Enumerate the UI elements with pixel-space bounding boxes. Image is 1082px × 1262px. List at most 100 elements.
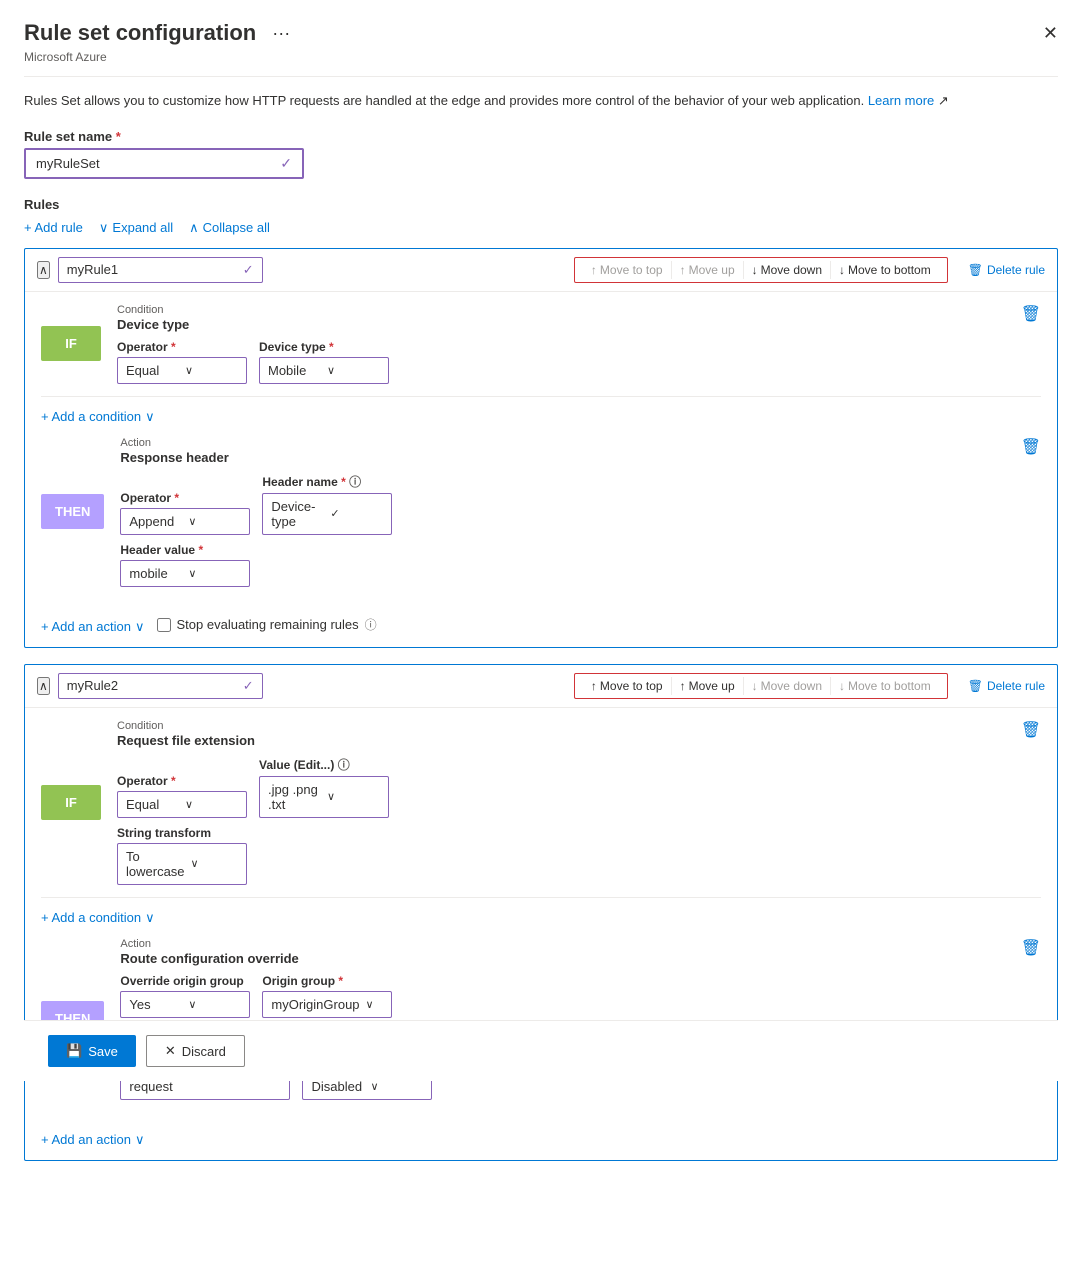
rule-set-name-field[interactable]: ✓ xyxy=(24,148,304,179)
rule1-header-name-chevron: ✓ xyxy=(330,507,383,520)
rule1-move-to-top-button[interactable]: ↑ Move to top xyxy=(583,260,671,280)
move-down-icon: ↓ xyxy=(752,263,758,277)
rule2-add-condition-button[interactable]: + Add a condition ∨ xyxy=(41,910,155,926)
rule2-override-origin-select[interactable]: Yes ∨ xyxy=(120,991,250,1018)
learn-more-link[interactable]: Learn more xyxy=(868,93,934,108)
rule2-value-info-icon: ⓘ xyxy=(338,758,350,772)
rule1-action-type: Action xyxy=(120,437,1004,449)
rule1-header-value-select[interactable]: mobile ∨ xyxy=(120,560,250,587)
rules-label: Rules xyxy=(24,197,1058,212)
rule1-condition-type: Condition xyxy=(117,304,1005,316)
bottom-bar: 💾 Save ✕ Discard xyxy=(24,1020,1058,1081)
rule2-collapse-button[interactable]: ∧ xyxy=(37,677,50,695)
rule2-value-select[interactable]: .jpg .png .txt ∨ xyxy=(259,776,389,818)
rule1-name-input[interactable] xyxy=(67,262,243,277)
rule1-operator-select[interactable]: Equal ∨ xyxy=(117,357,247,384)
move-down-icon: ↓ xyxy=(752,679,758,693)
rule2-delete-rule-button[interactable]: 🗑 Delete rule xyxy=(968,679,1045,693)
rule2-move-down-button[interactable]: ↓ Move down xyxy=(744,676,830,696)
rule1-operator-group: Operator * Equal ∨ xyxy=(117,340,247,384)
rule1-stop-eval-checkbox[interactable] xyxy=(157,618,171,632)
rule2-add-action-row: + Add an action ∨ xyxy=(41,1120,1041,1148)
rule1-header-value-label: Header value * xyxy=(120,543,250,557)
rule1-action-name: Response header xyxy=(120,450,1004,465)
rule2-operator-select[interactable]: Equal ∨ xyxy=(117,791,247,818)
rule2-name-input[interactable] xyxy=(67,678,243,693)
rule1-check-icon: ✓ xyxy=(243,262,254,278)
rules-toolbar: + Add rule ∨ Expand all ∧ Collapse all xyxy=(24,220,1058,236)
rule1-header: ∧ ✓ ↑ Move to top ↑ Move up xyxy=(25,249,1057,292)
rule2-action-fields-row: Override origin group Yes ∨ Origin group… xyxy=(120,974,1004,1018)
expand-all-button[interactable]: ∨ Expand all xyxy=(99,220,173,236)
rule2-operator-chevron: ∨ xyxy=(185,798,238,811)
rule-card-1: ∧ ✓ ↑ Move to top ↑ Move up xyxy=(24,248,1058,648)
rule2-name-field[interactable]: ✓ xyxy=(58,673,263,699)
rule1-fields-row: Operator * Equal ∨ Device type * xyxy=(117,340,1005,384)
rule1-stop-eval: Stop evaluating remaining rules ⓘ xyxy=(157,616,377,633)
rule1-action-operator-chevron: ∨ xyxy=(188,515,241,528)
rule1-condition-delete-button[interactable]: 🗑 xyxy=(1021,304,1041,324)
rule2-operator-group: Operator * Equal ∨ xyxy=(117,774,247,818)
rule2-string-transform-select[interactable]: To lowercase ∨ xyxy=(117,843,247,885)
check-icon: ✓ xyxy=(280,155,292,172)
rule1-add-action-button[interactable]: + Add an action ∨ xyxy=(41,619,145,635)
rule1-header-name-select[interactable]: Device-type ✓ xyxy=(262,493,392,535)
collapse-all-button[interactable]: ∧ Collapse all xyxy=(189,220,270,236)
rule1-add-condition-button[interactable]: + Add a condition ∨ xyxy=(41,409,155,425)
rule1-move-down-button[interactable]: ↓ Move down xyxy=(744,260,830,280)
rule1-operator-label: Operator * xyxy=(117,340,247,354)
rule1-header-name-info-icon: ⓘ xyxy=(349,475,361,489)
rule1-device-type-chevron: ∨ xyxy=(327,364,380,377)
rule2-value-label: Value (Edit...) ⓘ xyxy=(259,756,389,773)
rule2-condition-row: IF Condition Request file extension Oper… xyxy=(41,720,1041,898)
rule1-body: IF Condition Device type Operator * Equa… xyxy=(25,292,1057,647)
ellipsis-button[interactable]: ··· xyxy=(266,23,296,44)
rule2-origin-group-select[interactable]: myOriginGroup ∨ xyxy=(262,991,392,1018)
rule1-condition-details: Condition Device type Operator * Equal ∨ xyxy=(117,304,1005,384)
rule1-delete-rule-button[interactable]: 🗑 Delete rule xyxy=(968,263,1045,277)
rule2-string-transform-chevron: ∨ xyxy=(191,857,238,870)
rule2-operator-label: Operator * xyxy=(117,774,247,788)
rule1-move-up-button[interactable]: ↑ Move up xyxy=(672,260,743,280)
rule1-action-fields-row: Operator * Append ∨ Header name * xyxy=(120,473,1004,535)
panel-subtitle: Microsoft Azure xyxy=(24,50,1058,64)
rule1-name-field[interactable]: ✓ xyxy=(58,257,263,283)
move-to-bottom-icon: ↓ xyxy=(839,679,845,693)
rule2-condition-type: Condition xyxy=(117,720,1005,732)
save-button[interactable]: 💾 Save xyxy=(48,1035,136,1067)
rule2-override-origin-group: Override origin group Yes ∨ xyxy=(120,974,250,1018)
rule-set-name-input[interactable] xyxy=(36,156,280,171)
rule2-body: IF Condition Request file extension Oper… xyxy=(25,708,1057,1160)
add-rule-button[interactable]: + Add rule xyxy=(24,220,83,235)
rule2-string-transform-group: String transform To lowercase ∨ xyxy=(117,826,247,885)
rule2-condition-delete-button[interactable]: 🗑 xyxy=(1021,720,1041,740)
rule1-header-name-label: Header name * ⓘ xyxy=(262,473,392,490)
rule1-action-operator-select[interactable]: Append ∨ xyxy=(120,508,250,535)
rule2-action-type: Action xyxy=(120,938,1004,950)
rule2-move-to-bottom-button[interactable]: ↓ Move to bottom xyxy=(831,676,939,696)
rule1-device-type-select[interactable]: Mobile ∨ xyxy=(259,357,389,384)
rule2-add-action-button[interactable]: + Add an action ∨ xyxy=(41,1132,145,1148)
rule2-action-delete-button[interactable]: 🗑 xyxy=(1021,938,1041,958)
rule1-collapse-button[interactable]: ∧ xyxy=(37,261,50,279)
rule-set-name-label: Rule set name * xyxy=(24,129,1058,144)
rule2-move-to-top-button[interactable]: ↑ Move to top xyxy=(583,676,671,696)
rule1-device-type-label: Device type * xyxy=(259,340,389,354)
rule1-if-badge: IF xyxy=(41,326,101,361)
rule2-header: ∧ ✓ ↑ Move to top ↑ Move up xyxy=(25,665,1057,708)
rule2-check-icon: ✓ xyxy=(243,678,254,694)
rule2-string-transform-row: String transform To lowercase ∨ xyxy=(117,826,1005,885)
move-to-top-icon: ↑ xyxy=(591,263,597,277)
discard-button[interactable]: ✕ Discard xyxy=(146,1035,245,1067)
rule2-move-up-button[interactable]: ↑ Move up xyxy=(672,676,743,696)
rule1-action-delete-button[interactable]: 🗑 xyxy=(1021,437,1041,457)
rule2-override-origin-chevron: ∨ xyxy=(188,998,241,1011)
rule1-stop-eval-info-icon: ⓘ xyxy=(365,616,377,633)
description: Rules Set allows you to customize how HT… xyxy=(24,91,1058,111)
rule1-move-to-bottom-button[interactable]: ↓ Move to bottom xyxy=(831,260,939,280)
move-to-top-icon: ↑ xyxy=(591,679,597,693)
rule2-origin-group-label: Origin group * xyxy=(262,974,392,988)
close-button[interactable]: ✕ xyxy=(1043,23,1058,44)
rule1-header-value-row: Header value * mobile ∨ xyxy=(120,543,1004,587)
discard-icon: ✕ xyxy=(165,1043,176,1059)
